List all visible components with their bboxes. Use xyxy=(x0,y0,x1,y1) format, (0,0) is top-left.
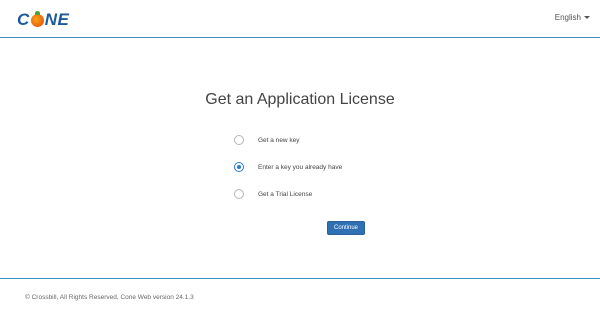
language-label: English xyxy=(554,13,581,22)
cone-logo-icon xyxy=(30,10,44,27)
language-dropdown[interactable]: English xyxy=(555,13,590,22)
caret-down-icon xyxy=(584,16,590,19)
cone-logo[interactable]: C NE xyxy=(17,10,69,30)
license-options: Get a new key Enter a key you already ha… xyxy=(234,134,342,215)
option-enter-key[interactable]: Enter a key you already have xyxy=(234,161,342,173)
option-trial-license[interactable]: Get a Trial License xyxy=(234,188,342,200)
footer-divider xyxy=(0,278,600,279)
logo-letter-c: C xyxy=(17,10,30,29)
option-trial-license-label[interactable]: Get a Trial License xyxy=(258,191,312,198)
footer-copyright: © Crossbill, All Rights Reserved, Cone W… xyxy=(25,294,194,301)
continue-button[interactable]: Continue xyxy=(327,221,365,235)
option-enter-key-label[interactable]: Enter a key you already have xyxy=(258,164,342,171)
option-new-key-label[interactable]: Get a new key xyxy=(258,137,300,144)
radio-trial-license[interactable] xyxy=(234,189,244,199)
top-header: C NE English xyxy=(0,0,600,38)
radio-enter-key[interactable] xyxy=(234,162,244,172)
logo-letters-ne: NE xyxy=(44,10,70,29)
page-title: Get an Application License xyxy=(205,91,395,108)
radio-new-key[interactable] xyxy=(234,135,244,145)
option-new-key[interactable]: Get a new key xyxy=(234,134,342,146)
